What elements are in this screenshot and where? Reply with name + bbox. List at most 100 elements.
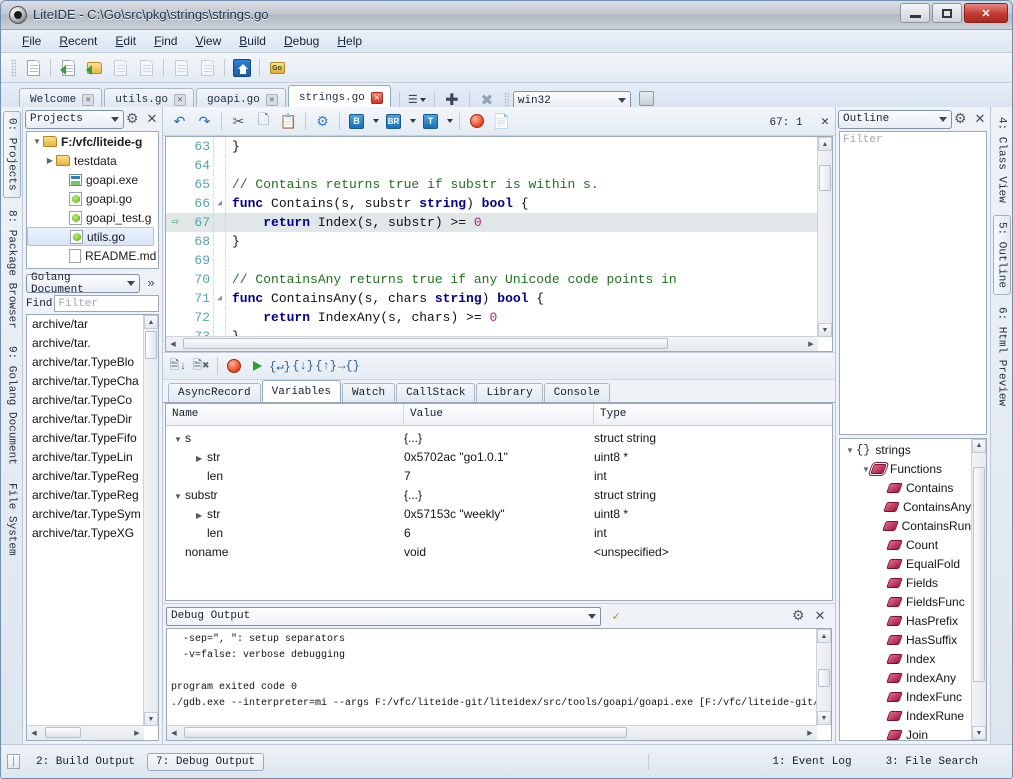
status-button-1--event-log[interactable]: 1: Event Log <box>764 754 859 770</box>
editor-vscrollbar[interactable]: ▲ ▼ <box>817 137 832 337</box>
scrollbar-thumb[interactable] <box>818 669 830 687</box>
variable-row[interactable]: ▶str0x57153c "weekly"uint8 * <box>166 504 832 523</box>
code-lines[interactable]: 63}6465// Contains returns true if subst… <box>166 137 818 337</box>
outline-item[interactable]: IndexFunc <box>840 688 971 707</box>
scroll-left-icon[interactable]: ◀ <box>166 337 180 350</box>
debug-tab-asyncrecord[interactable]: AsyncRecord <box>168 383 261 402</box>
scroll-up-icon[interactable]: ▲ <box>972 439 986 453</box>
run-to-icon[interactable]: →{} <box>338 356 360 377</box>
outline-item[interactable]: Index <box>840 650 971 669</box>
expander-icon[interactable]: ▶ <box>196 511 207 520</box>
output-vscrollbar[interactable]: ▲ ▼ <box>816 629 831 725</box>
right-tab-5--outline[interactable]: 5: Outline <box>993 215 1011 295</box>
code-line[interactable]: 69 <box>166 251 818 270</box>
clear-symbols-icon[interactable]: 🗎✖ <box>190 356 212 377</box>
golang-doc-item[interactable]: archive/tar.TypeXG <box>27 524 143 543</box>
golang-doc-vscrollbar[interactable]: ▲ ▼ <box>143 315 158 726</box>
continue-icon[interactable] <box>246 356 268 377</box>
right-tab-6--html-preview[interactable]: 6: Html Preview <box>994 301 1010 412</box>
chevron-down-icon[interactable]: ▼ <box>31 137 43 146</box>
golang-doc-item[interactable]: archive/tar.TypeReg <box>27 467 143 486</box>
code-line[interactable]: 66◢func Contains(s, substr string) bool … <box>166 194 818 213</box>
project-tree-item[interactable]: utils.go <box>27 227 154 246</box>
code-line[interactable]: 68} <box>166 232 818 251</box>
outline-item[interactable]: ▼Functions <box>840 460 971 479</box>
golang-doc-item[interactable]: archive/tar.TypeCha <box>27 372 143 391</box>
status-button-2--build-output[interactable]: 2: Build Output <box>28 754 143 770</box>
project-tree-item[interactable]: ▶testdata <box>27 151 158 170</box>
project-tree-item[interactable]: goapi_test.g <box>27 208 158 227</box>
outline-item[interactable]: HasPrefix <box>840 612 971 631</box>
code-line[interactable]: 71◢func ContainsAny(s, chars string) boo… <box>166 289 818 308</box>
gear-icon[interactable] <box>954 111 970 127</box>
step-into-icon[interactable]: {↓} <box>292 356 314 377</box>
golang-doc-item[interactable]: archive/tar. <box>27 334 143 353</box>
golang-document-list[interactable]: archive/tararchive/tar.archive/tar.TypeB… <box>26 314 159 741</box>
close-projects-icon[interactable]: ✕ <box>144 111 160 127</box>
gear-icon[interactable] <box>126 111 142 127</box>
project-tree-item[interactable]: goapi.go <box>27 189 158 208</box>
scroll-right-icon[interactable]: ▶ <box>803 726 817 739</box>
scrollbar-thumb-h[interactable] <box>184 727 627 738</box>
paste-icon[interactable]: 📋 <box>277 110 300 132</box>
text-t-icon[interactable]: T <box>419 110 442 132</box>
golang-doc-item[interactable]: archive/tar.TypeFifo <box>27 429 143 448</box>
outline-item[interactable]: ContainsRun <box>840 517 971 536</box>
scroll-down-icon[interactable]: ▼ <box>817 711 831 725</box>
outline-item[interactable]: Fields <box>840 574 971 593</box>
project-tree[interactable]: ▼F:/vfc/liteide-g▶testdatagoapi.exegoapi… <box>26 131 159 269</box>
debug-tab-callstack[interactable]: CallStack <box>396 383 475 402</box>
outline-item[interactable]: EqualFold <box>840 555 971 574</box>
golang-document-combo[interactable]: Golang Document <box>26 274 140 293</box>
gear-icon[interactable] <box>792 608 808 624</box>
close-tab-icon[interactable]: ✕ <box>371 92 383 104</box>
menu-edit[interactable]: Edit <box>106 32 145 50</box>
golang-doc-item[interactable]: archive/tar.TypeBlo <box>27 353 143 372</box>
golang-doc-item[interactable]: archive/tar <box>27 315 143 334</box>
menu-find[interactable]: Find <box>145 32 186 50</box>
debug-tab-variables[interactable]: Variables <box>262 380 341 402</box>
expander-icon[interactable]: ▶ <box>196 454 207 463</box>
left-tab-9--golang-document[interactable]: 9: Golang Document <box>4 340 20 471</box>
menu-help[interactable]: Help <box>328 32 371 50</box>
save-file-icon[interactable] <box>108 56 132 79</box>
outline-item[interactable]: FieldsFunc <box>840 593 971 612</box>
code-line[interactable]: 65// Contains returns true if substr is … <box>166 175 818 194</box>
outline-item[interactable]: Count <box>840 536 971 555</box>
project-tree-item[interactable]: ▼F:/vfc/liteide-g <box>27 132 158 151</box>
outline-item[interactable]: IndexAny <box>840 669 971 688</box>
outline-item[interactable]: HasSuffix <box>840 631 971 650</box>
right-tab-4--class-view[interactable]: 4: Class View <box>994 111 1010 209</box>
variables-table[interactable]: Name Value Type ▼s{...}struct string▶str… <box>165 403 833 601</box>
breakpoint-br-icon[interactable]: BR <box>382 110 405 132</box>
export-icon[interactable]: 📄 <box>490 110 513 132</box>
variable-row[interactable]: ▼s{...}struct string <box>166 428 832 447</box>
outline-item[interactable]: ContainsAny <box>840 498 971 517</box>
close-outline-icon[interactable]: ✕ <box>972 111 988 127</box>
bookmark-b-icon[interactable]: B <box>345 110 368 132</box>
code-line[interactable]: 70// ContainsAny returns true if any Uni… <box>166 270 818 289</box>
status-button-7--debug-output[interactable]: 7: Debug Output <box>147 753 264 771</box>
expander-icon[interactable]: ▼ <box>174 435 185 444</box>
chevron-down-icon[interactable]: ▶ <box>44 156 56 165</box>
golang-doc-item[interactable]: archive/tar.TypeLin <box>27 448 143 467</box>
scroll-down-icon[interactable]: ▼ <box>972 726 986 740</box>
golang-doc-item[interactable]: archive/tar.TypeSym <box>27 505 143 524</box>
fold-marker-icon[interactable]: ◢ <box>213 194 226 213</box>
home-icon[interactable] <box>230 56 254 79</box>
open-folder-icon[interactable] <box>82 56 106 79</box>
chevron-down-icon[interactable]: ▼ <box>844 446 856 455</box>
golang-doc-item[interactable]: archive/tar.TypeCo <box>27 391 143 410</box>
new-file-icon[interactable] <box>21 56 45 79</box>
menu-build[interactable]: Build <box>230 32 275 50</box>
scroll-right-icon[interactable]: ▶ <box>130 726 144 739</box>
scroll-right-icon[interactable]: ▶ <box>804 337 818 350</box>
undo-icon[interactable]: ↶ <box>168 110 191 132</box>
left-tab-file-system[interactable]: File System <box>4 477 20 562</box>
debug-tab-library[interactable]: Library <box>476 383 542 402</box>
scroll-left-icon[interactable]: ◀ <box>167 726 181 739</box>
menu-debug[interactable]: Debug <box>275 32 328 50</box>
outline-item[interactable]: IndexRune <box>840 707 971 726</box>
step-over-icon[interactable]: {↵} <box>269 356 291 377</box>
fold-marker-icon[interactable]: ◢ <box>213 289 226 308</box>
